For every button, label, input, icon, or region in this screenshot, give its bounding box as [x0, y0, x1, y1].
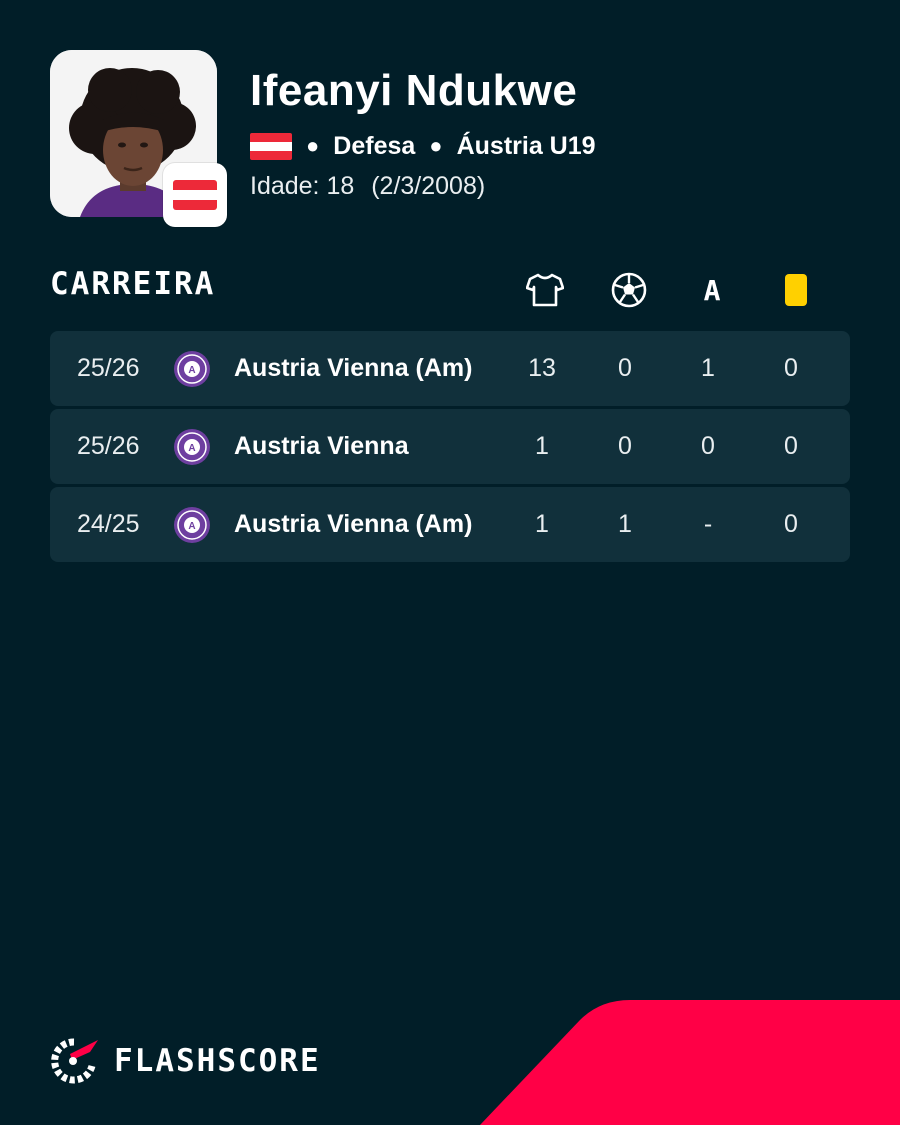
matches-value: 1: [535, 510, 549, 538]
assist-label: A: [703, 273, 721, 307]
career-title: CARREIRA: [50, 266, 216, 302]
svg-text:A: A: [188, 443, 195, 454]
season: 24/25: [77, 510, 140, 538]
career-row[interactable]: 24/25 A Austria Vienna (Am) 1 1 - 0: [50, 487, 850, 562]
assists-value: 0: [701, 432, 715, 460]
flashscore-mark-icon: [51, 1038, 98, 1084]
nationality-flag-badge: [163, 163, 227, 227]
svg-text:A: A: [188, 521, 195, 532]
austria-vienna-logo-icon: A: [174, 351, 210, 387]
shirt-icon: [525, 270, 565, 310]
svg-text:A: A: [188, 365, 195, 376]
separator-dot: ●: [306, 133, 320, 158]
ball-icon: [609, 270, 649, 310]
goals-value: 1: [618, 510, 632, 538]
yellow-cards-value: 0: [784, 510, 798, 538]
matches-value: 1: [535, 432, 549, 460]
career-row[interactable]: 25/26 A Austria Vienna 1 0 0 0: [50, 409, 850, 484]
yellow-card-icon: [776, 270, 816, 310]
age-label: Idade: 18: [250, 172, 355, 200]
player-team: Áustria U19: [456, 131, 596, 160]
yellow-cards-value: 0: [784, 432, 798, 460]
player-name: Ifeanyi Ndukwe: [250, 66, 578, 115]
austria-vienna-logo-icon: A: [174, 507, 210, 543]
brand-name: FLASHSCORE: [114, 1043, 321, 1079]
player-avatar: [50, 50, 227, 227]
player-meta: ● Defesa ● Áustria U19: [250, 128, 596, 164]
assists-value: -: [703, 510, 713, 538]
goals-value: 0: [618, 354, 632, 382]
birthdate: (2/3/2008): [371, 172, 486, 200]
player-position: Defesa: [333, 131, 416, 160]
separator-dot: ●: [429, 133, 443, 158]
season: 25/26: [77, 432, 140, 460]
flashscore-logo: FLASHSCORE: [50, 1038, 321, 1084]
player-career-card: Ifeanyi Ndukwe ● Defesa ● Áustria U19 Id…: [0, 0, 900, 1125]
yellow-cards-value: 0: [784, 354, 798, 382]
assists-value: 1: [701, 354, 715, 382]
club-name: Austria Vienna (Am): [234, 354, 473, 382]
austria-flag-icon: [250, 132, 292, 160]
austria-vienna-logo-icon: A: [174, 429, 210, 465]
matches-value: 13: [528, 354, 556, 382]
career-row[interactable]: 25/26 A Austria Vienna (Am) 13 0 1 0: [50, 331, 850, 406]
club-name: Austria Vienna (Am): [234, 510, 473, 538]
goals-value: 0: [618, 432, 632, 460]
season: 25/26: [77, 354, 140, 382]
club-name: Austria Vienna: [234, 432, 409, 460]
austria-flag-icon: [173, 180, 217, 210]
player-age: Idade: 18 (2/3/2008): [250, 172, 485, 201]
assist-icon: A: [692, 270, 732, 310]
